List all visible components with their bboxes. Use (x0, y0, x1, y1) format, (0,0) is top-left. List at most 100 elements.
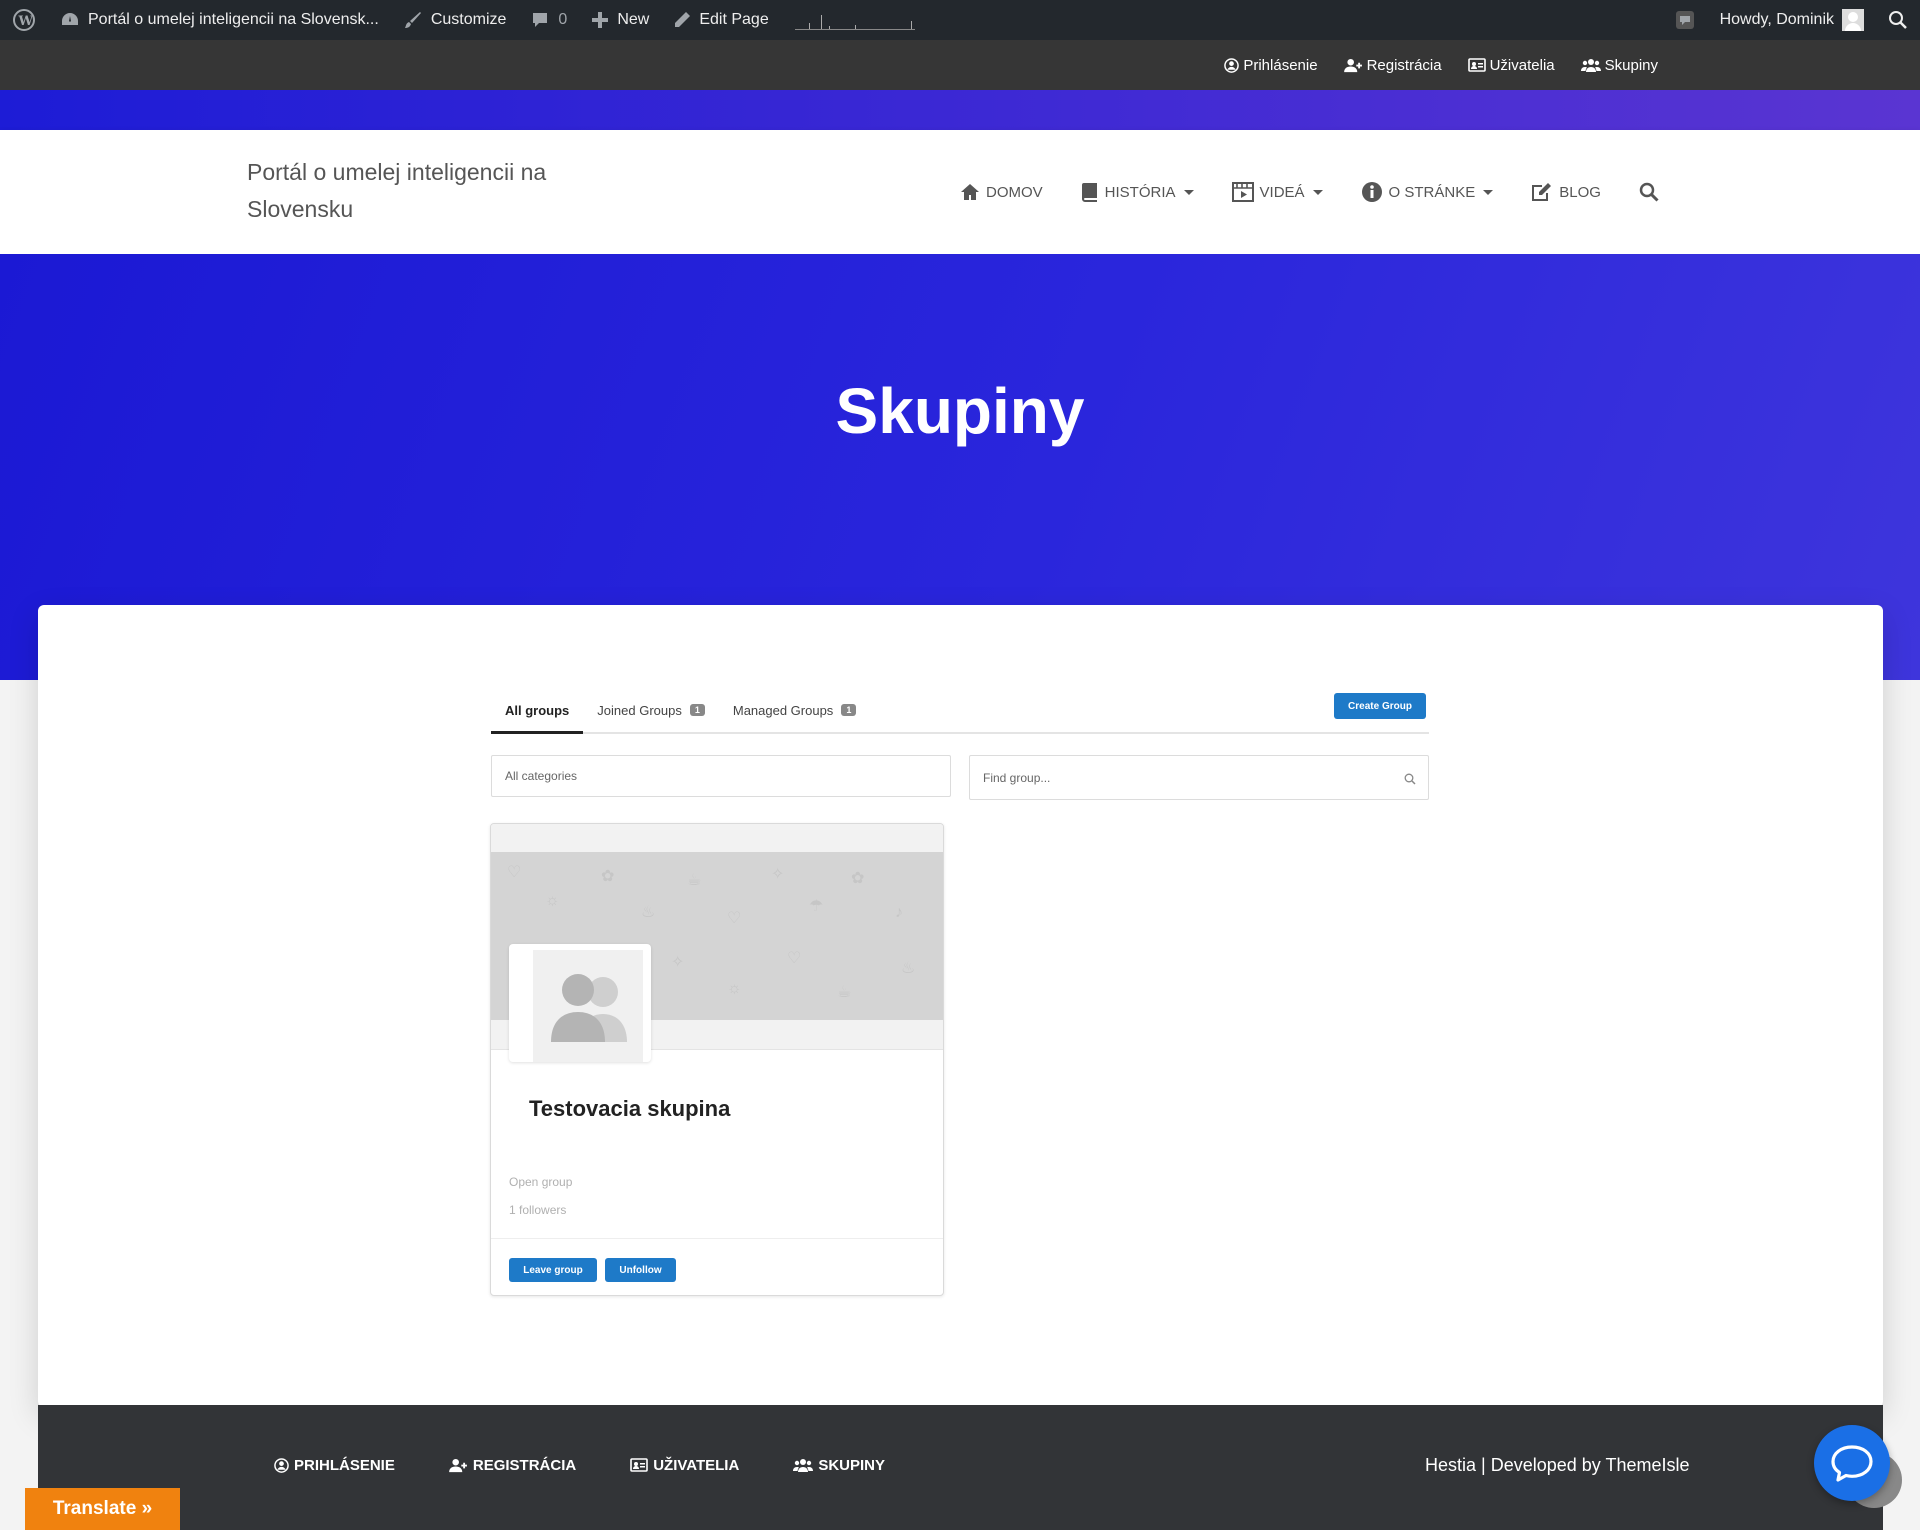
user-plus-icon (448, 1458, 467, 1472)
howdy-label: Howdy, Dominik (1719, 11, 1834, 28)
nav-videos[interactable]: VIDEÁ (1231, 182, 1323, 202)
search-icon[interactable] (1404, 773, 1416, 785)
tab-all-groups[interactable]: All groups (491, 690, 584, 734)
tab-joined-groups[interactable]: Joined Groups 1 (583, 688, 719, 732)
group-tabs: All groups Joined Groups 1 Managed Group… (491, 690, 1429, 734)
tab-joined-groups-label: Joined Groups (597, 702, 682, 718)
top-menu-users[interactable]: Uživatelia (1467, 56, 1555, 74)
footer-nav-users[interactable]: UŽIVATELIA (630, 1457, 739, 1474)
comments-link[interactable]: 0 (518, 0, 579, 40)
footer-nav-login-label: PRIHLÁSENIE (294, 1456, 395, 1474)
footer-nav-login[interactable]: PRIHLÁSENIE (274, 1457, 395, 1474)
top-menu-users-label: Uživatelia (1489, 56, 1555, 74)
search-icon (1639, 182, 1659, 202)
info-icon (1361, 182, 1382, 202)
home-icon (961, 184, 979, 200)
category-select[interactable]: All categories (491, 755, 951, 797)
chevron-down-icon (1183, 189, 1194, 195)
tab-managed-groups[interactable]: Managed Groups 1 (719, 688, 870, 732)
comment-icon (533, 13, 548, 27)
edit-icon (1532, 183, 1552, 201)
footer-credit: Hestia | Developed by ThemeIsle (1425, 1454, 1690, 1475)
wordpress-logo-icon[interactable]: W (0, 0, 48, 40)
card-top-strip (491, 824, 943, 852)
footer-nav-register-label: REGISTRÁCIA (472, 1456, 577, 1474)
search-icon (1889, 11, 1907, 29)
account-menu[interactable]: Howdy, Dominik (1708, 0, 1876, 40)
edit-page-label: Edit Page (699, 11, 769, 28)
admin-site-name[interactable]: Portál o umelej inteligencii na Slovensk… (48, 0, 391, 40)
nav-blog[interactable]: BLOG (1531, 182, 1601, 202)
film-icon (1231, 182, 1254, 202)
create-group-button[interactable]: Create Group (1334, 693, 1426, 719)
users-icon (1580, 59, 1601, 72)
group-search-input[interactable]: Find group... (969, 755, 1429, 800)
nav-blog-label: BLOG (1559, 183, 1601, 201)
nav-history-label: HISTÓRIA (1104, 183, 1176, 201)
users-icon (793, 1459, 814, 1472)
new-content-link[interactable]: New (579, 0, 661, 40)
main-content: All groups Joined Groups 1 Managed Group… (38, 605, 1883, 1407)
leave-group-button[interactable]: Leave group (509, 1258, 597, 1282)
id-card-icon (1467, 58, 1486, 72)
gradient-strip (0, 90, 1920, 130)
admin-bar: W Portál o umelej inteligencii na Sloven… (0, 0, 1920, 40)
nav-about-label: O STRÁNKE (1388, 183, 1476, 201)
top-menu: Prihlásenie Registrácia Uživatelia Skupi… (0, 40, 1920, 90)
user-circle-icon (274, 1457, 289, 1473)
translate-button[interactable]: Translate » (25, 1488, 180, 1530)
customize-label: Customize (430, 11, 507, 28)
unfollow-button[interactable]: Unfollow (605, 1258, 676, 1282)
chevron-down-icon (1312, 189, 1323, 195)
plus-icon (592, 12, 609, 28)
tab-all-groups-label: All groups (505, 703, 570, 718)
footer-nav-groups-label: SKUPINY (818, 1456, 885, 1474)
top-menu-login-label: Prihlásenie (1243, 56, 1318, 74)
nav-search-button[interactable] (1639, 182, 1659, 202)
stats-sparkline[interactable] (794, 10, 915, 30)
edit-page-link[interactable]: Edit Page (661, 0, 780, 40)
divider (491, 1238, 943, 1239)
site-header: Portál o umelej inteligencii na Slovensk… (0, 130, 1920, 254)
nav-home-label: DOMOV (986, 183, 1043, 201)
customize-link[interactable]: Customize (391, 0, 519, 40)
admin-search-button[interactable] (1876, 0, 1920, 40)
top-menu-register[interactable]: Registrácia (1343, 56, 1442, 74)
group-name[interactable]: Testovacia skupina (529, 1096, 730, 1122)
notification-icon (1675, 11, 1694, 29)
top-menu-groups-label: Skupiny (1604, 56, 1658, 74)
nav-history[interactable]: HISTÓRIA (1081, 182, 1194, 202)
brush-icon (404, 12, 421, 28)
count-badge: 1 (689, 704, 705, 716)
group-type: Open group (509, 1175, 573, 1189)
top-menu-register-label: Registrácia (1366, 56, 1442, 74)
page-title: Skupiny (835, 375, 1085, 447)
user-circle-icon (1224, 57, 1240, 73)
footer-nav-register[interactable]: REGISTRÁCIA (448, 1456, 577, 1474)
admin-site-name-label: Portál o umelej inteligencii na Slovensk… (88, 11, 379, 28)
chat-icon (1831, 1445, 1873, 1482)
top-menu-login[interactable]: Prihlásenie (1224, 56, 1318, 74)
comments-count: 0 (558, 11, 568, 28)
notifications-button[interactable] (1662, 0, 1708, 40)
nav-videos-label: VIDEÁ (1259, 183, 1305, 201)
site-title[interactable]: Portál o umelej inteligencii na Slovensk… (247, 154, 587, 228)
group-search-placeholder: Find group... (983, 770, 1051, 785)
pencil-icon (675, 12, 691, 27)
footer-nav-groups[interactable]: SKUPINY (793, 1457, 885, 1474)
group-card[interactable]: ♡ ☼ ✿ ♨ ☕ ♡ ✧ ☂ ✿ ♪ ☾ ✧ ☼ ♡ ☕ ♨ (490, 823, 944, 1296)
group-followers: 1 followers (509, 1203, 567, 1217)
group-placeholder-icon (551, 974, 627, 1042)
nav-home[interactable]: DOMOV (960, 183, 1043, 201)
footer-nav-users-label: UŽIVATELIA (653, 1456, 740, 1474)
count-badge: 1 (841, 704, 857, 716)
top-menu-groups[interactable]: Skupiny (1580, 56, 1658, 74)
site-footer: PRIHLÁSENIE REGISTRÁCIA UŽIVATELIA SKUPI… (38, 1405, 1883, 1530)
user-plus-icon (1343, 58, 1362, 72)
footer-nav: PRIHLÁSENIE REGISTRÁCIA UŽIVATELIA SKUPI… (274, 1405, 885, 1525)
svg-text:W: W (18, 14, 34, 29)
chat-button[interactable] (1814, 1425, 1890, 1501)
tab-managed-groups-label: Managed Groups (732, 702, 834, 718)
nav-about[interactable]: O STRÁNKE (1361, 181, 1494, 203)
chevron-down-icon (1483, 189, 1494, 195)
